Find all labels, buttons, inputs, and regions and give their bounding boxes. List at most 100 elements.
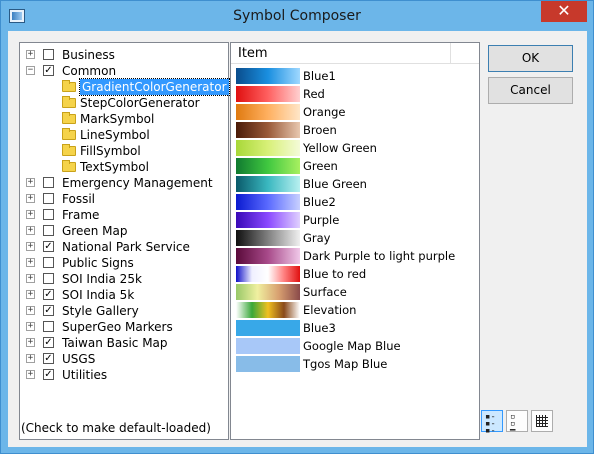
default-loaded-hint: (Check to make default-loaded) xyxy=(21,421,211,435)
expand-icon[interactable]: + xyxy=(26,50,35,59)
symbol-list-item[interactable]: Tgos Map Blue xyxy=(236,355,476,373)
tree-item-label: Common xyxy=(62,64,117,78)
default-loaded-checkbox[interactable] xyxy=(43,193,54,204)
expand-icon[interactable]: + xyxy=(26,242,35,251)
tree-category-item[interactable]: + ✓ Utilities xyxy=(20,367,228,383)
item-column-header: Item xyxy=(238,46,268,61)
cancel-button[interactable]: Cancel xyxy=(488,77,573,104)
tree-category-item[interactable]: + SuperGeo Markers xyxy=(20,319,228,335)
expand-icon[interactable]: + xyxy=(26,370,35,379)
tree-item-label: FillSymbol xyxy=(80,144,141,158)
default-loaded-checkbox[interactable]: ✓ xyxy=(43,337,54,348)
symbol-list-item[interactable]: Blue Green xyxy=(236,175,476,193)
tree-item-label: SOI India 25k xyxy=(62,272,142,286)
gradient-swatch xyxy=(236,104,300,120)
symbol-list-item[interactable]: Blue1 xyxy=(236,67,476,85)
symbol-list-item[interactable]: Orange xyxy=(236,103,476,121)
tree-category-item[interactable]: + Frame xyxy=(20,207,228,223)
default-loaded-checkbox[interactable] xyxy=(43,225,54,236)
symbol-list-item[interactable]: Blue2 xyxy=(236,193,476,211)
symbol-list-item[interactable]: Purple xyxy=(236,211,476,229)
tree-item-label: LineSymbol xyxy=(80,128,150,142)
tree-child-item[interactable]: LineSymbol xyxy=(20,127,228,143)
tree-item-label: MarkSymbol xyxy=(80,112,155,126)
symbol-list-item[interactable]: Dark Purple to light purple xyxy=(236,247,476,265)
expand-icon[interactable]: + xyxy=(26,354,35,363)
default-loaded-checkbox[interactable]: ✓ xyxy=(43,65,54,76)
expand-icon[interactable]: + xyxy=(26,322,35,331)
tree-child-item[interactable]: FillSymbol xyxy=(20,143,228,159)
tree-item-label: Style Gallery xyxy=(62,304,139,318)
tree-category-item[interactable]: + Public Signs xyxy=(20,255,228,271)
close-button[interactable]: ✕ xyxy=(541,1,587,22)
expand-icon[interactable]: + xyxy=(26,274,35,283)
tree-child-item[interactable]: TextSymbol xyxy=(20,159,228,175)
tree-category-item[interactable]: + ✓ Style Gallery xyxy=(20,303,228,319)
tree-category-item[interactable]: − ✓ Common xyxy=(20,63,228,79)
view-list-button[interactable]: ▪- ▪- ▪- xyxy=(481,410,503,436)
default-loaded-checkbox[interactable]: ✓ xyxy=(43,369,54,380)
default-loaded-checkbox[interactable] xyxy=(43,273,54,284)
expand-icon[interactable]: + xyxy=(26,258,35,267)
tree-category-item[interactable]: + Fossil xyxy=(20,191,228,207)
expand-icon[interactable]: + xyxy=(26,178,35,187)
symbol-item-label: Orange xyxy=(303,105,346,119)
category-tree[interactable]: + Business − ✓ Common GradientColorGenerator S… xyxy=(19,42,230,440)
tree-category-item[interactable]: + ✓ National Park Service xyxy=(20,239,228,255)
symbol-list-item[interactable]: Blue to red xyxy=(236,265,476,283)
tree-item-label: Utilities xyxy=(62,368,108,382)
selected-tree-item-label: GradientColorGenerator xyxy=(79,78,230,96)
symbol-list-item[interactable]: Elevation xyxy=(236,301,476,319)
tree-category-item[interactable]: + ✓ USGS xyxy=(20,351,228,367)
default-loaded-checkbox[interactable]: ✓ xyxy=(43,353,54,364)
default-loaded-checkbox[interactable] xyxy=(43,257,54,268)
expand-icon[interactable]: + xyxy=(26,226,35,235)
collapse-icon[interactable]: − xyxy=(26,66,35,75)
expand-icon[interactable]: + xyxy=(26,210,35,219)
symbol-item-label: Dark Purple to light purple xyxy=(303,249,456,263)
symbol-list-item[interactable]: Blue3 xyxy=(236,319,476,337)
tree-category-item[interactable]: + SOI India 25k xyxy=(20,271,228,287)
folder-icon xyxy=(62,96,76,108)
tree-category-item[interactable]: + Business xyxy=(20,47,228,63)
tree-child-item[interactable]: StepColorGenerator xyxy=(20,95,228,111)
symbol-list-item[interactable]: Google Map Blue xyxy=(236,337,476,355)
symbol-list-item[interactable]: Yellow Green xyxy=(236,139,476,157)
symbol-item-label: Surface xyxy=(303,285,347,299)
expand-icon[interactable]: + xyxy=(26,338,35,347)
tree-item-label: Fossil xyxy=(62,192,95,206)
item-list[interactable]: Item Blue1 Red Orange Broen Yellow Green Gree… xyxy=(230,42,480,440)
default-loaded-checkbox[interactable] xyxy=(43,321,54,332)
tree-category-item[interactable]: + Green Map xyxy=(20,223,228,239)
tree-item-label: StepColorGenerator xyxy=(80,96,200,110)
tree-category-item[interactable]: + Emergency Management xyxy=(20,175,228,191)
tree-child-item[interactable]: GradientColorGenerator xyxy=(20,78,230,96)
expand-icon[interactable]: + xyxy=(26,194,35,203)
tree-category-item[interactable]: + ✓ SOI India 5k xyxy=(20,287,228,303)
symbol-list-item[interactable]: Gray xyxy=(236,229,476,247)
expand-icon[interactable]: + xyxy=(26,290,35,299)
symbol-list-item[interactable]: Red xyxy=(236,85,476,103)
ok-button[interactable]: OK xyxy=(488,45,573,72)
dialog-client-area: + Business − ✓ Common GradientColorGenerator S… xyxy=(8,31,587,447)
default-loaded-checkbox[interactable]: ✓ xyxy=(43,289,54,300)
symbol-list-item[interactable]: Green xyxy=(236,157,476,175)
default-loaded-checkbox[interactable] xyxy=(43,49,54,60)
default-loaded-checkbox[interactable] xyxy=(43,209,54,220)
view-detail-button[interactable]: ▫ ▫ ━ xyxy=(506,410,528,436)
column-divider[interactable] xyxy=(450,43,451,64)
default-loaded-checkbox[interactable]: ✓ xyxy=(43,241,54,252)
tree-category-item[interactable]: + ✓ Taiwan Basic Map xyxy=(20,335,228,351)
tree-child-item[interactable]: MarkSymbol xyxy=(20,111,228,127)
expand-icon[interactable]: + xyxy=(26,306,35,315)
default-loaded-checkbox[interactable]: ✓ xyxy=(43,305,54,316)
default-loaded-checkbox[interactable] xyxy=(43,177,54,188)
symbol-list-item[interactable]: Surface xyxy=(236,283,476,301)
view-grid-button[interactable] xyxy=(531,410,553,432)
list-view-icon: ▪- ▪- ▪- xyxy=(485,412,496,436)
tree-item-label: USGS xyxy=(62,352,96,366)
tree-item-label: Taiwan Basic Map xyxy=(62,336,168,350)
symbol-list-item[interactable]: Broen xyxy=(236,121,476,139)
title-bar[interactable]: Symbol Composer ✕ xyxy=(1,1,593,31)
tree-item-label: Public Signs xyxy=(62,256,134,270)
